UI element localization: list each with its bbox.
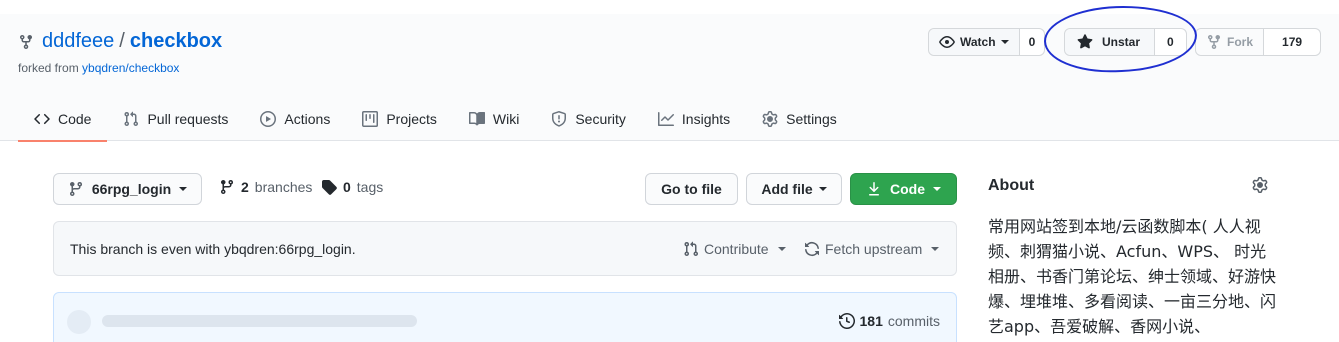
download-icon <box>869 182 879 196</box>
repo-owner-link[interactable]: dddfeee <box>42 30 114 53</box>
fork-button[interactable]: Fork <box>1196 29 1265 55</box>
branch-status-box: This branch is even with ybqdren:66rpg_l… <box>53 221 957 276</box>
fetch-upstream-label: Fetch upstream <box>825 241 923 257</box>
forked-from: forked from ybqdren/checkbox <box>18 61 179 75</box>
chevron-down-icon <box>179 187 188 191</box>
branch-name: 66rpg_login <box>91 181 172 197</box>
repo-title: dddfeee / checkbox <box>18 30 222 53</box>
forked-from-label: forked from <box>18 61 83 75</box>
project-icon <box>362 110 379 127</box>
tags-label: tags <box>356 179 384 195</box>
gear-icon[interactable] <box>1252 177 1268 193</box>
shield-icon <box>552 110 567 127</box>
tab-label: Pull requests <box>147 110 229 127</box>
contribute-label: Contribute <box>704 241 769 257</box>
play-icon <box>260 110 277 127</box>
pull-request-icon <box>124 111 139 126</box>
about-heading: About <box>988 177 1035 194</box>
tab-actions[interactable]: Actions <box>244 96 346 141</box>
contribute-dropdown[interactable]: Contribute <box>683 241 786 257</box>
history-icon <box>838 313 855 329</box>
tab-pull-requests[interactable]: Pull requests <box>107 96 244 141</box>
tag-icon <box>322 180 337 195</box>
tab-label: Settings <box>786 110 837 127</box>
tab-settings[interactable]: Settings <box>746 96 853 141</box>
fork-label: Fork <box>1227 35 1254 49</box>
repo-name-link[interactable]: checkbox <box>130 30 222 53</box>
code-icon <box>34 113 50 124</box>
branches-count: 2 <box>241 179 249 195</box>
watch-group: Watch 0 <box>928 28 1046 56</box>
tab-projects[interactable]: Projects <box>346 96 453 141</box>
tab-wiki[interactable]: Wiki <box>453 96 535 141</box>
tab-label: Actions <box>284 110 331 127</box>
watch-count[interactable]: 0 <box>1019 29 1045 55</box>
tags-link[interactable]: 0 tags <box>321 179 383 195</box>
chevron-down-icon <box>1000 40 1009 44</box>
fork-group: Fork 179 <box>1195 28 1322 56</box>
branch-status-message: This branch is even with ybqdren:66rpg_l… <box>70 241 356 257</box>
commits-link[interactable]: 181 commits <box>838 313 940 329</box>
commit-message-placeholder <box>102 315 417 327</box>
eye-icon <box>939 36 955 48</box>
chevron-down-icon <box>933 187 941 191</box>
repo-forked-icon <box>20 34 32 49</box>
tab-insights[interactable]: Insights <box>642 96 746 141</box>
watch-button[interactable]: Watch <box>929 29 1020 55</box>
chevron-down-icon <box>777 247 786 251</box>
book-icon <box>468 111 485 125</box>
code-download-button[interactable]: Code <box>850 173 957 205</box>
branches-label: branches <box>254 179 313 195</box>
chevron-down-icon <box>818 187 827 191</box>
latest-commit-box: 181 commits <box>53 292 957 342</box>
avatar-placeholder <box>67 310 91 334</box>
tab-security[interactable]: Security <box>535 96 642 141</box>
repo-forked-icon <box>1208 35 1220 50</box>
fork-count[interactable]: 179 <box>1264 29 1321 55</box>
repo-tabs: Code Pull requests Actions Projects Wiki… <box>18 96 853 142</box>
fetch-upstream-dropdown[interactable]: Fetch upstream <box>804 241 940 257</box>
chevron-down-icon <box>931 247 940 251</box>
tab-label: Security <box>575 110 626 127</box>
watch-label: Watch <box>960 35 996 49</box>
add-file-button[interactable]: Add file <box>746 173 842 205</box>
add-file-label: Add file <box>761 181 813 197</box>
branches-link[interactable]: 2 branches <box>219 179 312 195</box>
tab-label: Wiki <box>492 110 520 127</box>
commits-count: 181 <box>859 313 883 329</box>
pull-request-icon <box>684 241 699 257</box>
tab-code[interactable]: Code <box>18 96 108 142</box>
git-branch-icon <box>69 182 82 197</box>
repo-separator: / <box>119 30 125 52</box>
sync-icon <box>805 242 819 256</box>
forked-source-link[interactable]: ybqdren/checkbox <box>82 61 179 75</box>
tab-label: Insights <box>681 110 731 127</box>
code-label: Code <box>890 181 925 197</box>
git-branch-icon <box>220 180 233 195</box>
branch-select-button[interactable]: 66rpg_login <box>53 173 202 205</box>
graph-icon <box>657 111 674 126</box>
tags-count: 0 <box>343 179 351 195</box>
tab-label: Projects <box>386 110 437 127</box>
gear-icon <box>762 110 778 127</box>
commits-label: commits <box>887 313 940 329</box>
about-description: 常用网站签到本地/云函数脚本( 人人视频、刺猬猫小说、Acfun、WPS、 时光… <box>988 217 1277 336</box>
go-to-file-button[interactable]: Go to file <box>645 173 738 205</box>
tab-label: Code <box>58 110 92 127</box>
